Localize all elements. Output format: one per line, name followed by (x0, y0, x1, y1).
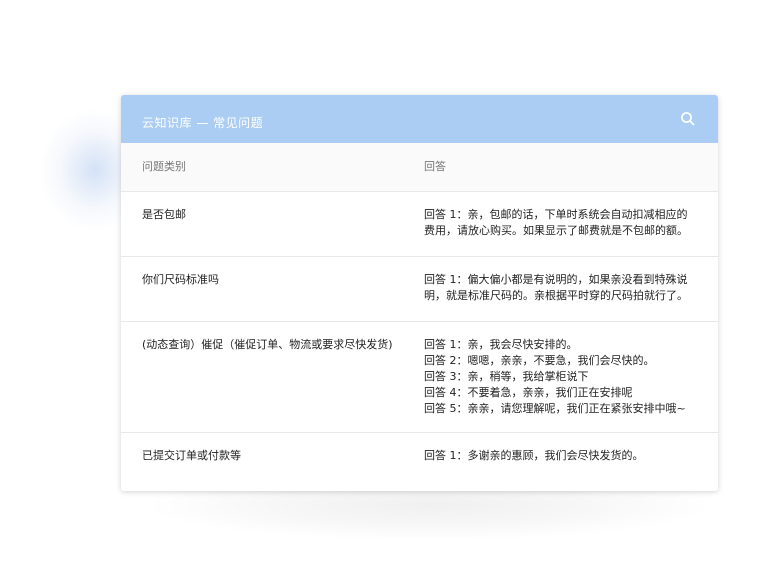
answer-cell: 回答 1：偏大偏小都是有说明的，如果亲没看到特殊说明，就是标准尺码的。亲根据平时… (424, 273, 688, 302)
answer-line: 回答 2：嗯嗯，亲亲，不要急，我们会尽快的。 (424, 354, 655, 367)
table-row: 你们尺码标准吗 回答 1：偏大偏小都是有说明的，如果亲没看到特殊说明，就是标准尺… (121, 257, 718, 322)
question-cell: (动态查询）催促（催促订单、物流或要求尽快发货) (142, 338, 393, 351)
card-header: 云知识库 — 常见问题 (121, 95, 718, 143)
card-title: 云知识库 — 常见问题 (142, 116, 264, 130)
search-icon[interactable] (678, 109, 698, 129)
answer-cell: 回答 1：多谢亲的惠顾，我们会尽快发货的。 (424, 449, 644, 462)
answer-line: 回答 4：不要着急，亲亲，我们正在安排呢 (424, 386, 633, 399)
column-header-answer: 回答 (424, 160, 446, 173)
column-header-category: 问题类别 (142, 160, 186, 173)
answer-line: 回答 1：亲，我会尽快安排的。 (424, 338, 578, 351)
answer-line: 回答 3：亲，稍等，我给掌柜说下 (424, 370, 589, 383)
table-header: 问题类别 回答 (121, 143, 718, 192)
table-row: (动态查询）催促（催促订单、物流或要求尽快发货) 回答 1：亲，我会尽快安排的。… (121, 322, 718, 433)
answer-cell: 回答 1：亲，我会尽快安排的。 回答 2：嗯嗯，亲亲，不要急，我们会尽快的。 回… (424, 337, 696, 417)
page-stage: 云知识库 — 常见问题 问题类别 回答 是否包邮 回答 1：亲，包邮的话，下单时… (0, 0, 773, 588)
question-cell: 是否包邮 (142, 208, 186, 221)
answer-line: 回答 5：亲亲，请您理解呢，我们正在紧张安排中哦~ (424, 402, 686, 415)
table-row: 是否包邮 回答 1：亲，包邮的话，下单时系统会自动扣减相应的费用，请放心购买。如… (121, 192, 718, 257)
answer-cell: 回答 1：亲，包邮的话，下单时系统会自动扣减相应的费用，请放心购买。如果显示了邮… (424, 208, 688, 237)
question-cell: 你们尺码标准吗 (142, 273, 219, 286)
table-row: 已提交订单或付款等 回答 1：多谢亲的惠顾，我们会尽快发货的。 (121, 433, 718, 491)
faq-card: 云知识库 — 常见问题 问题类别 回答 是否包邮 回答 1：亲，包邮的话，下单时… (121, 95, 718, 491)
question-cell: 已提交订单或付款等 (142, 449, 241, 462)
